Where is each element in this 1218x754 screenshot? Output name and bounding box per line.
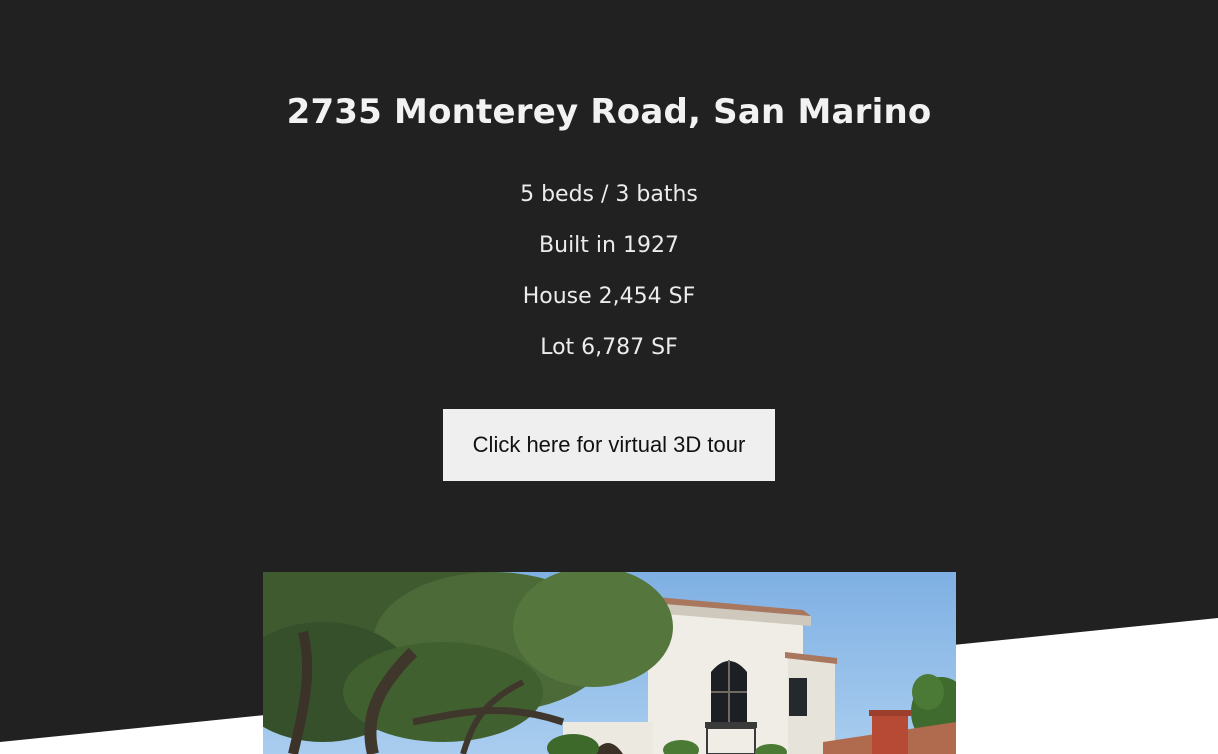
beds-baths-text: 5 beds / 3 baths <box>520 182 698 207</box>
house-size-text: House 2,454 SF <box>522 284 696 309</box>
listing-page: 2735 Monterey Road, San Marino 5 beds / … <box>0 0 1218 754</box>
house-photo-illustration <box>263 572 956 754</box>
house-photo <box>263 572 956 754</box>
virtual-tour-button[interactable]: Click here for virtual 3D tour <box>443 409 775 481</box>
lot-size-text: Lot 6,787 SF <box>540 335 678 360</box>
year-built-text: Built in 1927 <box>539 233 679 258</box>
listing-address-title: 2735 Monterey Road, San Marino <box>286 92 932 132</box>
